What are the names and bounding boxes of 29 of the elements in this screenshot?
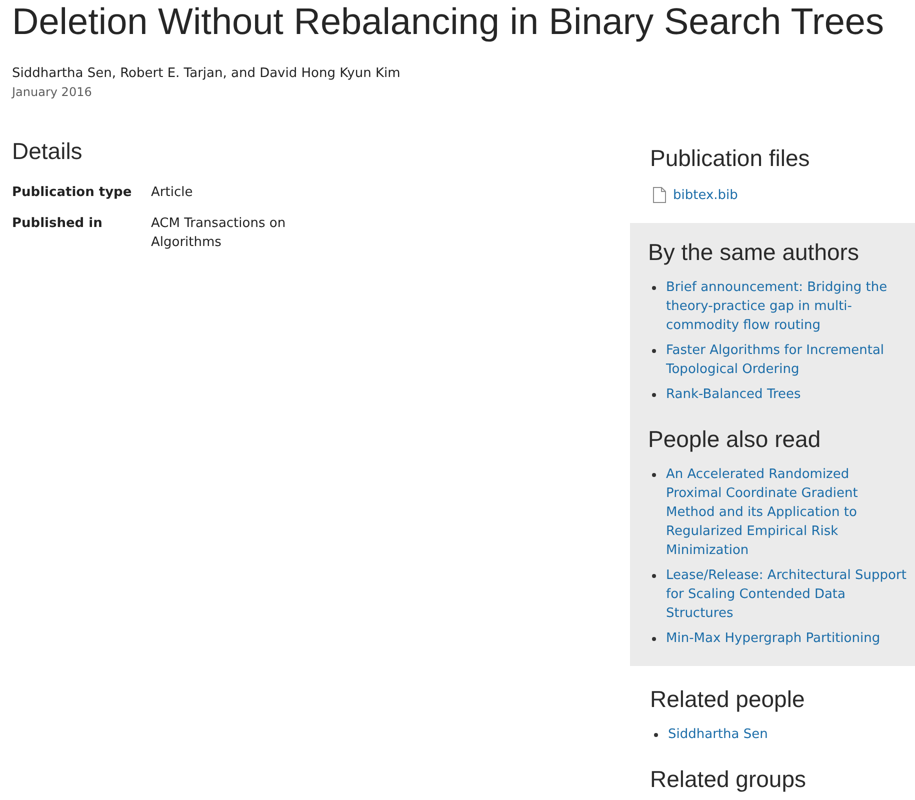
section-heading: Publication files bbox=[650, 144, 810, 172]
section-heading: Related groups bbox=[650, 764, 806, 794]
detail-value: ACM Transactions on Algorithms bbox=[151, 214, 287, 252]
page-title: Deletion Without Rebalancing in Binary Search Trees bbox=[12, 0, 884, 44]
person-link[interactable]: Siddhartha Sen bbox=[668, 724, 768, 744]
section-heading: Details bbox=[12, 136, 82, 166]
detail-label: Published in bbox=[12, 214, 102, 232]
publication-link[interactable]: Lease/Release: Architectural Support for Scaling Contended Data Structures bbox=[666, 566, 908, 622]
publication-date: January 2016 bbox=[12, 84, 92, 100]
publication-link[interactable]: An Accelerated Randomized Proximal Coordinate Gradient Method and its Application to Regularized Empirical Risk Minimization bbox=[666, 464, 908, 560]
bullet-icon bbox=[652, 286, 656, 290]
file-link[interactable]: bibtex.bib bbox=[673, 186, 738, 204]
section-heading: By the same authors bbox=[648, 238, 859, 266]
bullet-icon bbox=[652, 636, 656, 640]
bullet-icon bbox=[652, 574, 656, 578]
bullet-icon bbox=[652, 348, 656, 352]
bullet-icon bbox=[652, 392, 656, 396]
file-icon bbox=[653, 187, 666, 203]
author-list: Siddhartha Sen, Robert E. Tarjan, and David Hong Kyun Kim bbox=[12, 64, 400, 82]
section-heading: People also read bbox=[648, 424, 821, 454]
section-heading: Related people bbox=[650, 684, 805, 714]
publication-link[interactable]: Min-Max Hypergraph Partitioning bbox=[666, 628, 880, 648]
publication-link[interactable]: Faster Algorithms for Incremental Topological Ordering bbox=[666, 340, 908, 378]
publication-link[interactable]: Brief announcement: Bridging the theory-practice gap in multi-commodity flow routing bbox=[666, 278, 908, 334]
publication-link[interactable]: Rank-Balanced Trees bbox=[666, 384, 801, 404]
detail-label: Publication type bbox=[12, 184, 132, 202]
detail-value: Article bbox=[151, 184, 193, 202]
bullet-icon bbox=[654, 732, 658, 736]
bullet-icon bbox=[652, 472, 656, 476]
